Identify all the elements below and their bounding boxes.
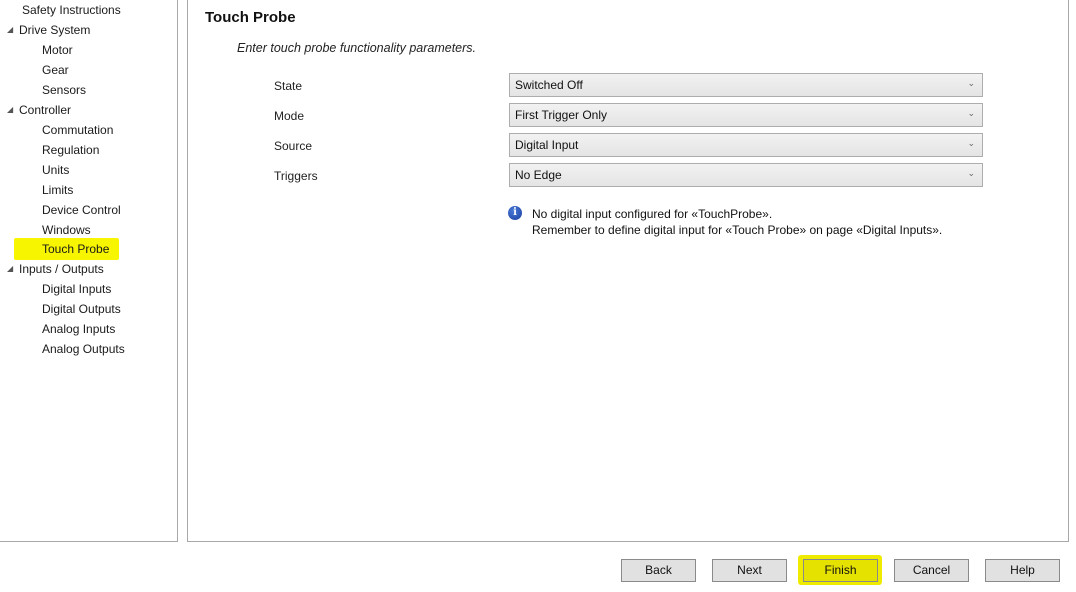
chevron-down-icon: ⌄	[967, 168, 975, 178]
tree-item-label: Analog Inputs	[42, 322, 116, 336]
tree-item-digital-outputs[interactable]: Digital Outputs	[42, 299, 121, 319]
tree-item-touch-probe[interactable]: Touch Probe	[14, 238, 120, 260]
tree-item-controller[interactable]: ◢ Controller	[7, 100, 71, 120]
tree-item-analog-outputs[interactable]: Analog Outputs	[42, 339, 125, 359]
chevron-down-icon: ⌄	[967, 138, 975, 148]
source-label: Source	[274, 139, 313, 153]
tree-item-label: Windows	[42, 223, 91, 237]
state-dropdown[interactable]: Switched Off ⌄	[509, 73, 983, 97]
tree-item-label: Controller	[19, 103, 72, 117]
triggers-label: Triggers	[274, 169, 318, 183]
tree-item-label: Units	[42, 163, 70, 177]
tree-item-inputs-outputs[interactable]: ◢ Inputs / Outputs	[7, 259, 104, 279]
tree-item-windows[interactable]: Windows	[42, 220, 91, 240]
tree-item-analog-inputs[interactable]: Analog Inputs	[42, 319, 115, 339]
tree-item-units[interactable]: Units	[42, 160, 69, 180]
tree-item-label: Motor	[42, 43, 73, 57]
cancel-button[interactable]: Cancel	[894, 559, 969, 582]
tree-item-regulation[interactable]: Regulation	[42, 140, 99, 160]
finish-button[interactable]: Finish	[803, 559, 878, 582]
mode-dropdown[interactable]: First Trigger Only ⌄	[509, 103, 983, 127]
state-label: State	[274, 79, 303, 93]
content-panel: Touch Probe Enter touch probe functional…	[187, 0, 1069, 542]
tree-item-label: Analog Outputs	[42, 342, 125, 356]
expand-arrow-icon[interactable]: ◢	[7, 259, 17, 279]
tree-item-safety-instructions[interactable]: Safety Instructions	[22, 0, 121, 20]
back-button[interactable]: Back	[621, 559, 696, 582]
info-line-2: Remember to define digital input for «To…	[532, 223, 943, 237]
tree-item-label: Inputs / Outputs	[19, 262, 104, 276]
tree-item-label: Digital Outputs	[42, 302, 121, 316]
info-line-1: No digital input configured for «TouchPr…	[532, 207, 773, 221]
navigation-tree: Safety Instructions ◢ Drive System Motor …	[0, 0, 178, 542]
tree-item-label: Drive System	[19, 23, 91, 37]
tree-item-label: Digital Inputs	[42, 282, 112, 296]
page-subtitle: Enter touch probe functionality paramete…	[237, 41, 477, 55]
mode-label: Mode	[274, 109, 305, 123]
source-value: Digital Input	[515, 138, 579, 152]
tree-item-label: Safety Instructions	[22, 3, 121, 17]
mode-value: First Trigger Only	[515, 108, 608, 122]
tree-item-label: Device Control	[42, 203, 121, 217]
source-dropdown[interactable]: Digital Input ⌄	[509, 133, 983, 157]
chevron-down-icon: ⌄	[967, 108, 975, 118]
triggers-dropdown[interactable]: No Edge ⌄	[509, 163, 983, 187]
expand-arrow-icon[interactable]: ◢	[7, 20, 17, 40]
tree-item-label: Regulation	[42, 143, 100, 157]
tree-item-label: Limits	[42, 183, 74, 197]
info-icon: i	[508, 206, 522, 220]
tree-item-motor[interactable]: Motor	[42, 40, 73, 60]
triggers-value: No Edge	[515, 168, 562, 182]
info-text: No digital input configured for «TouchPr…	[532, 206, 942, 238]
tree-item-label: Gear	[42, 63, 69, 77]
tree-item-device-control[interactable]: Device Control	[42, 200, 121, 220]
chevron-down-icon: ⌄	[967, 78, 975, 88]
tree-item-digital-inputs[interactable]: Digital Inputs	[42, 279, 111, 299]
tree-item-limits[interactable]: Limits	[42, 180, 73, 200]
tree-item-commutation[interactable]: Commutation	[42, 120, 113, 140]
next-button[interactable]: Next	[712, 559, 787, 582]
tree-item-label: Commutation	[42, 123, 114, 137]
expand-arrow-icon[interactable]: ◢	[7, 100, 17, 120]
help-button[interactable]: Help	[985, 559, 1060, 582]
tree-item-label: Sensors	[42, 83, 87, 97]
tree-item-sensors[interactable]: Sensors	[42, 80, 86, 100]
tree-item-drive-system[interactable]: ◢ Drive System	[7, 20, 90, 40]
tree-item-label: Touch Probe	[42, 242, 110, 256]
page-title: Touch Probe	[205, 9, 296, 26]
tree-item-gear[interactable]: Gear	[42, 60, 69, 80]
state-value: Switched Off	[515, 78, 583, 92]
